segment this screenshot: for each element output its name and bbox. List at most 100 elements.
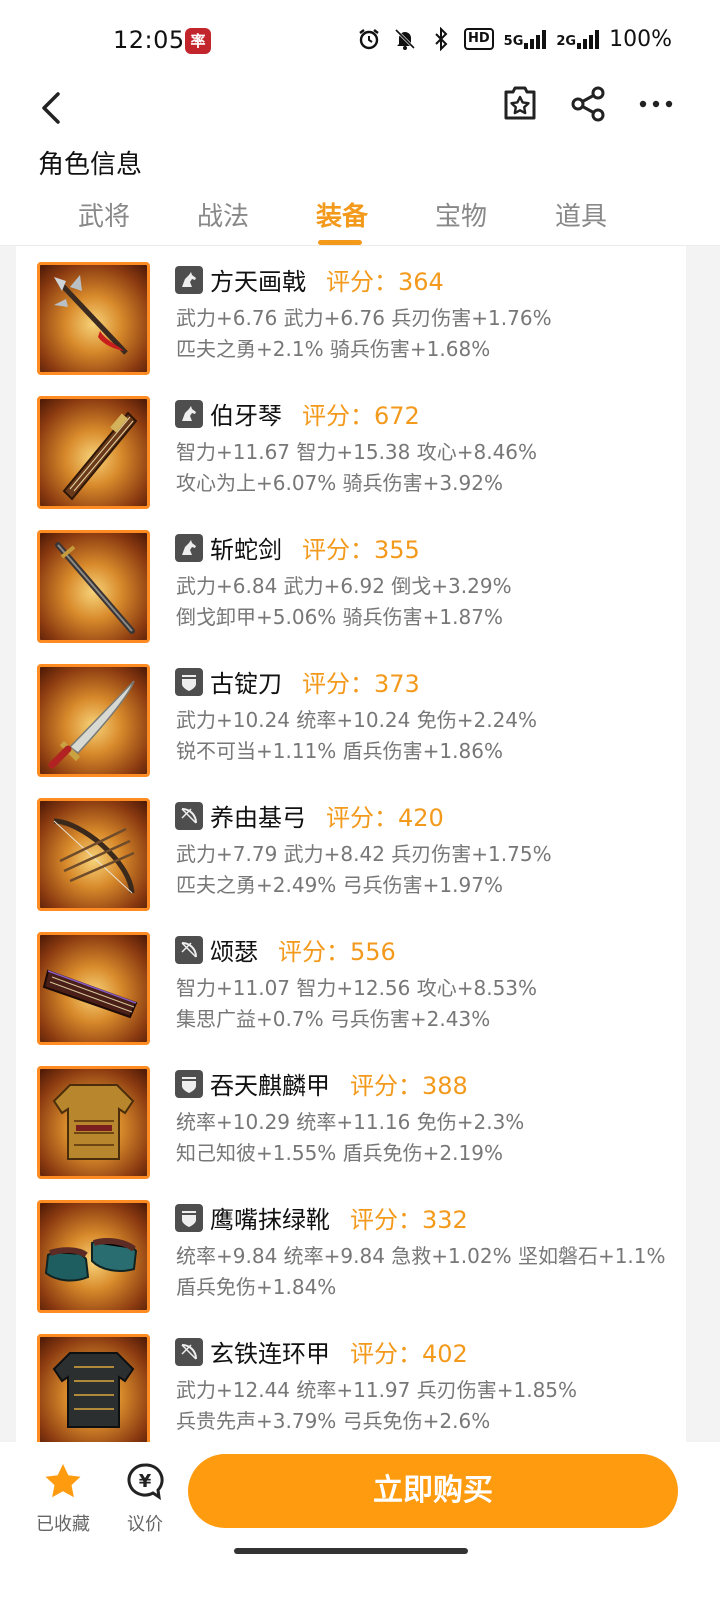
item-stats: 智力+11.07 智力+12.56 攻心+8.53% (176, 976, 538, 1000)
tab-bar: 武将 战法 装备 宝物 道具 (0, 192, 720, 246)
back-button[interactable] (34, 86, 74, 130)
item-name-row: 颂瑟 评分：556 (210, 932, 396, 967)
item-score: 评分：364 (326, 268, 444, 296)
alarm-icon (356, 26, 382, 52)
equipment-thumbnail (37, 798, 150, 911)
yuan-glyph: ¥ (139, 1471, 152, 1492)
item-name-row: 鹰嘴抹绿靴 评分：332 (210, 1200, 468, 1235)
equipment-thumbnail (37, 664, 150, 777)
zither-image-icon (42, 969, 138, 1019)
network-2g-label: 2G (556, 34, 577, 49)
equipment-thumbnail (37, 1334, 150, 1442)
horse-icon (175, 266, 203, 294)
shield-icon (175, 668, 203, 696)
item-stats: 智力+11.67 智力+15.38 攻心+8.46% (176, 440, 538, 464)
chevron-left-icon (42, 92, 60, 124)
list-item[interactable]: 斩蛇剑 评分：355 武力+6.84 武力+6.92 倒戈+3.29% 倒戈卸甲+… (16, 514, 686, 648)
item-bonuses: 兵贵先声+3.79% 弓兵免伤+2.6% (176, 1409, 491, 1433)
item-bonuses: 锐不可当+1.11% 盾兵伤害+1.86% (176, 739, 503, 763)
item-bonuses: 匹夫之勇+2.49% 弓兵伤害+1.97% (176, 873, 503, 897)
shield-icon (175, 1070, 203, 1098)
boots-image-icon (44, 1238, 138, 1282)
tab-treasures[interactable]: 宝物 (401, 196, 521, 233)
item-score: 评分：402 (350, 1340, 468, 1368)
item-stats: 统率+9.84 统率+9.84 急救+1.02% 坚如磐石+1.1% (176, 1244, 666, 1268)
equipment-thumbnail (37, 932, 150, 1045)
item-name: 鹰嘴抹绿靴 (210, 1206, 330, 1234)
item-score: 评分：420 (326, 804, 444, 832)
equipment-thumbnail (37, 530, 150, 643)
item-name-row: 伯牙琴 评分：672 (210, 396, 420, 431)
star-filled-icon (45, 1464, 81, 1498)
status-icons: HD 5G 2G 100% (356, 26, 672, 52)
favorite-button[interactable] (498, 82, 542, 126)
favorite-toggle[interactable]: 已收藏 (28, 1462, 98, 1536)
header: 角色信息 武将 战法 装备 宝物 道具 (0, 80, 720, 246)
equipment-list: 方天画戟 评分：364 武力+6.76 武力+6.76 兵刃伤害+1.76% 匹夫… (16, 246, 686, 1442)
buy-now-button[interactable]: 立即购买 (188, 1454, 678, 1528)
item-score: 评分：355 (302, 536, 420, 564)
item-name: 颂瑟 (210, 938, 258, 966)
list-item[interactable]: 古锭刀 评分：373 武力+10.24 统率+10.24 免伤+2.24% 锐不可… (16, 648, 686, 782)
bargain-button[interactable]: ¥ 议价 (110, 1462, 180, 1536)
list-item[interactable]: 玄铁连环甲 评分：402 武力+12.44 统率+11.97 兵刃伤害+1.85%… (16, 1318, 686, 1442)
zither-image-icon (62, 411, 138, 501)
bow-image-icon (53, 818, 135, 894)
list-item[interactable]: 养由基弓 评分：420 武力+7.79 武力+8.42 兵刃伤害+1.75% 匹夫… (16, 782, 686, 916)
home-indicator[interactable] (234, 1548, 468, 1554)
star-bookmark-icon (504, 86, 536, 120)
item-stats: 武力+6.84 武力+6.92 倒戈+3.29% (176, 574, 512, 598)
item-name: 方天画戟 (210, 268, 306, 296)
item-stats: 武力+6.76 武力+6.76 兵刃伤害+1.76% (176, 306, 552, 330)
favorite-label: 已收藏 (36, 1514, 90, 1535)
item-bonuses: 倒戈卸甲+5.06% 骑兵伤害+1.87% (176, 605, 503, 629)
item-name-row: 吞天麒麟甲 评分：388 (210, 1066, 468, 1101)
item-score: 评分：373 (302, 670, 420, 698)
item-name: 斩蛇剑 (210, 536, 282, 564)
share-icon (571, 86, 605, 122)
bottom-action-bar: 已收藏 ¥ 议价 立即购买 (0, 1442, 720, 1608)
network-5g-label: 5G (503, 34, 524, 49)
horse-icon (175, 534, 203, 562)
more-dots-icon (639, 100, 673, 108)
sword-image-icon (55, 542, 135, 634)
bow-icon (175, 936, 203, 964)
item-bonuses: 知己知彼+1.55% 盾兵免伤+2.19% (176, 1141, 503, 1165)
tab-generals[interactable]: 武将 (44, 196, 164, 233)
active-tab-indicator (318, 240, 362, 245)
list-item[interactable]: 伯牙琴 评分：672 智力+11.67 智力+15.38 攻心+8.46% 攻心为… (16, 380, 686, 514)
status-bar: 12:05 率 HD 5G 2G 100% (0, 0, 720, 80)
bow-icon (175, 802, 203, 830)
tab-items[interactable]: 道具 (521, 196, 641, 233)
list-item[interactable]: 方天画戟 评分：364 武力+6.76 武力+6.76 兵刃伤害+1.76% 匹夫… (16, 246, 686, 380)
item-bonuses: 盾兵免伤+1.84% (176, 1275, 337, 1299)
bargain-chat-icon: ¥ (127, 1463, 164, 1501)
halberd-image-icon (54, 275, 128, 355)
item-stats: 武力+10.24 统率+10.24 免伤+2.24% (176, 708, 538, 732)
signal-2g-icon: 2G (556, 29, 600, 49)
item-name: 伯牙琴 (210, 402, 282, 430)
page-title: 角色信息 (38, 150, 143, 180)
more-options-button[interactable] (634, 82, 678, 126)
item-score: 评分：672 (302, 402, 420, 430)
hd-badge: HD (463, 28, 494, 50)
item-name: 吞天麒麟甲 (210, 1072, 330, 1100)
bow-icon (175, 1338, 203, 1366)
item-stats: 统率+10.29 统率+11.16 免伤+2.3% (176, 1110, 525, 1134)
equipment-thumbnail (37, 1200, 150, 1313)
tab-equipment[interactable]: 装备 (282, 196, 402, 233)
horse-icon (175, 400, 203, 428)
equipment-thumbnail (37, 1066, 150, 1179)
item-bonuses: 攻心为上+6.07% 骑兵伤害+3.92% (176, 471, 503, 495)
bluetooth-icon (428, 26, 454, 52)
item-bonuses: 集思广益+0.7% 弓兵伤害+2.43% (176, 1007, 491, 1031)
tab-tactics[interactable]: 战法 (163, 196, 283, 233)
share-button[interactable] (566, 82, 610, 126)
list-item[interactable]: 颂瑟 评分：556 智力+11.07 智力+12.56 攻心+8.53% 集思广益… (16, 916, 686, 1050)
status-time: 12:05 (113, 26, 185, 54)
item-name: 养由基弓 (210, 804, 306, 832)
bell-muted-icon (392, 26, 418, 52)
list-item[interactable]: 吞天麒麟甲 评分：388 统率+10.29 统率+11.16 免伤+2.3% 知己… (16, 1050, 686, 1184)
list-item[interactable]: 鹰嘴抹绿靴 评分：332 统率+9.84 统率+9.84 急救+1.02% 坚如磐… (16, 1184, 686, 1318)
blade-image-icon (48, 680, 135, 769)
